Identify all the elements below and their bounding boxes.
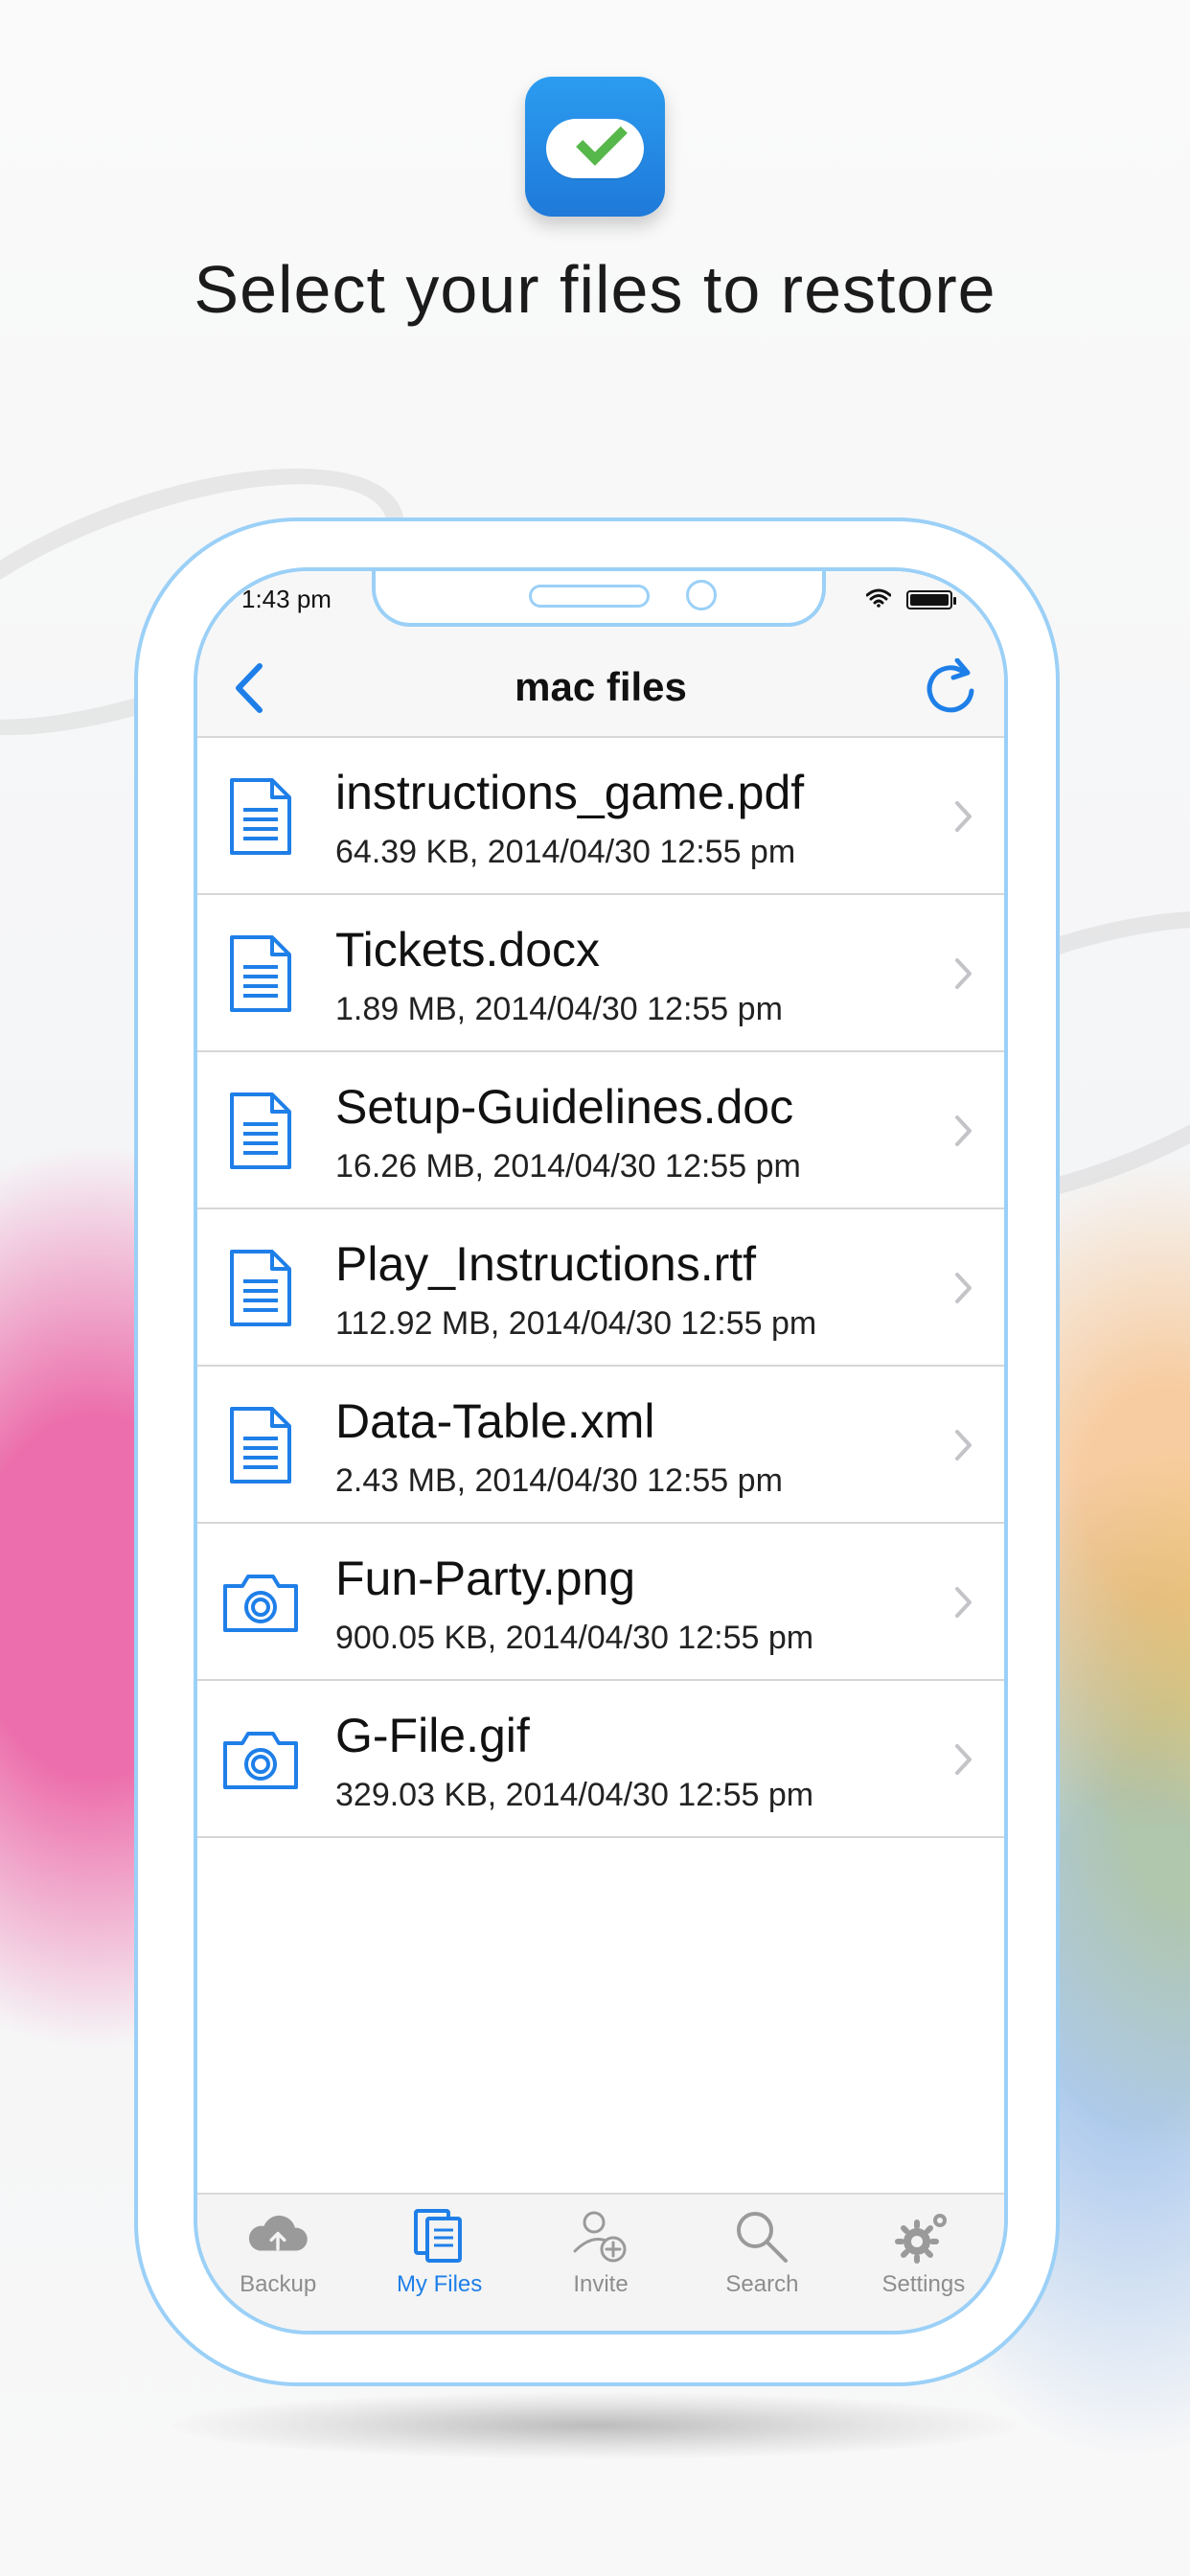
tab-backup[interactable]: Backup xyxy=(197,2195,358,2331)
files-icon xyxy=(406,2208,473,2266)
camera-icon xyxy=(217,1558,305,1646)
tab-bar: Backup My Files Invite Search Settings xyxy=(197,2193,1004,2331)
file-row[interactable]: Data-Table.xml 2.43 MB, 2014/04/30 12:55… xyxy=(197,1367,1004,1524)
refresh-button[interactable] xyxy=(914,654,987,723)
file-row[interactable]: Tickets.docx 1.89 MB, 2014/04/30 12:55 p… xyxy=(197,895,1004,1052)
file-row[interactable]: Setup-Guidelines.doc 16.26 MB, 2014/04/3… xyxy=(197,1052,1004,1209)
document-icon xyxy=(217,772,305,861)
tab-settings[interactable]: Settings xyxy=(843,2195,1004,2331)
file-name: instructions_game.pdf xyxy=(335,766,805,819)
chevron-right-icon xyxy=(955,1744,972,1775)
file-name: Tickets.docx xyxy=(335,923,601,977)
chevron-right-icon xyxy=(955,1430,972,1460)
file-list: instructions_game.pdf 64.39 KB, 2014/04/… xyxy=(197,738,1004,2060)
app-icon xyxy=(525,77,665,217)
cloud-upload-icon xyxy=(244,2208,311,2266)
tab-label: My Files xyxy=(396,2271,483,2297)
file-meta: 112.92 MB, 2014/04/30 12:55 pm xyxy=(335,1305,817,1342)
chevron-right-icon xyxy=(955,1273,972,1303)
tab-label: Invite xyxy=(573,2271,629,2297)
battery-icon xyxy=(906,590,956,610)
file-meta: 1.89 MB, 2014/04/30 12:55 pm xyxy=(335,991,783,1027)
wifi-icon xyxy=(866,588,891,608)
add-user-icon xyxy=(567,2208,634,2266)
chevron-left-icon xyxy=(236,663,263,713)
chevron-right-icon xyxy=(955,801,972,832)
file-row[interactable]: G-File.gif 329.03 KB, 2014/04/30 12:55 p… xyxy=(197,1681,1004,1838)
file-meta: 64.39 KB, 2014/04/30 12:55 pm xyxy=(335,834,796,870)
file-name: Setup-Guidelines.doc xyxy=(335,1080,794,1134)
camera-icon xyxy=(217,1715,305,1804)
speaker-icon xyxy=(529,585,650,608)
tab-label: Settings xyxy=(881,2271,966,2297)
phone-shadow xyxy=(172,2392,1018,2459)
file-row[interactable]: Play_Instructions.rtf 112.92 MB, 2014/04… xyxy=(197,1209,1004,1367)
promo-headline: Select your files to restore xyxy=(194,252,996,327)
file-name: G-File.gif xyxy=(335,1709,530,1762)
file-meta: 900.05 KB, 2014/04/30 12:55 pm xyxy=(335,1620,814,1656)
back-button[interactable] xyxy=(215,656,284,721)
file-meta: 329.03 KB, 2014/04/30 12:55 pm xyxy=(335,1777,814,1813)
refresh-icon xyxy=(927,658,974,713)
status-bar: 1:43 pm xyxy=(197,571,1004,638)
phone-frame: 1:43 pm mac files instructions_game.pdf … xyxy=(134,518,1060,2386)
camera-lens-icon xyxy=(686,580,717,610)
document-icon xyxy=(217,1401,305,1489)
gear-icon xyxy=(890,2208,957,2266)
file-meta: 16.26 MB, 2014/04/30 12:55 pm xyxy=(335,1148,801,1184)
chevron-right-icon xyxy=(955,958,972,989)
phone-screen: 1:43 pm mac files instructions_game.pdf … xyxy=(194,567,1008,2334)
document-icon xyxy=(217,1087,305,1175)
tab-invite[interactable]: Invite xyxy=(520,2195,681,2331)
file-name: Data-Table.xml xyxy=(335,1394,655,1448)
status-time: 1:43 pm xyxy=(241,585,332,613)
file-row[interactable]: instructions_game.pdf 64.39 KB, 2014/04/… xyxy=(197,738,1004,895)
search-icon xyxy=(728,2208,795,2266)
document-icon xyxy=(217,930,305,1018)
tab-label: Search xyxy=(725,2271,799,2297)
file-meta: 2.43 MB, 2014/04/30 12:55 pm xyxy=(335,1462,783,1499)
document-icon xyxy=(217,1244,305,1332)
navigation-bar: mac files xyxy=(197,638,1004,738)
chevron-right-icon xyxy=(955,1587,972,1618)
chevron-right-icon xyxy=(955,1116,972,1146)
tab-my-files[interactable]: My Files xyxy=(358,2195,519,2331)
file-name: Fun-Party.png xyxy=(335,1552,636,1605)
file-name: Play_Instructions.rtf xyxy=(335,1237,757,1291)
tab-search[interactable]: Search xyxy=(681,2195,842,2331)
file-row[interactable]: Fun-Party.png 900.05 KB, 2014/04/30 12:5… xyxy=(197,1524,1004,1681)
tab-label: Backup xyxy=(240,2271,317,2297)
page-title: mac files xyxy=(515,664,687,709)
